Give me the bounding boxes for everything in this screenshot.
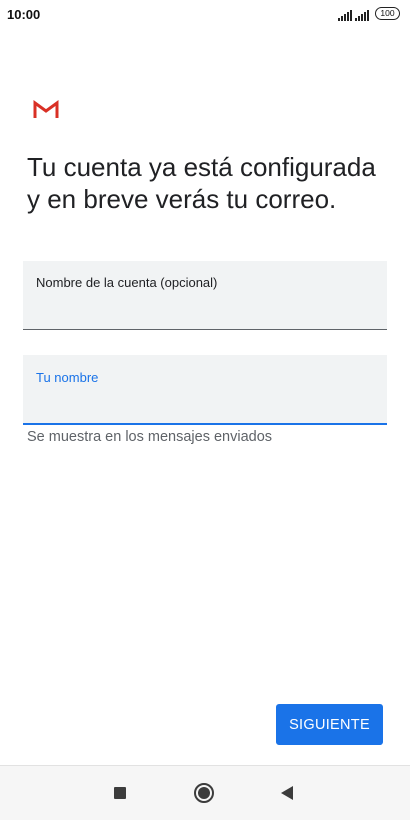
recent-apps-icon[interactable]: [114, 787, 126, 799]
back-icon[interactable]: [281, 786, 293, 800]
account-name-input[interactable]: [36, 299, 366, 321]
navigation-bar: [0, 765, 410, 820]
next-button[interactable]: SIGUIENTE: [276, 704, 383, 745]
signal-icon-2: [355, 9, 369, 21]
your-name-helper-text: Se muestra en los mensajes enviados: [27, 429, 273, 445]
your-name-field[interactable]: Tu nombre: [23, 355, 387, 425]
status-time: 10:00: [7, 7, 41, 22]
status-bar: 10:00 100: [0, 0, 410, 30]
page-title: Tu cuenta ya está configurada y en breve…: [27, 152, 376, 214]
account-name-field[interactable]: Nombre de la cuenta (opcional): [23, 261, 387, 330]
account-name-label: Nombre de la cuenta (opcional): [36, 275, 218, 290]
signal-icon: [338, 9, 352, 21]
gmail-logo-icon: [33, 100, 59, 118]
your-name-label: Tu nombre: [36, 370, 99, 385]
home-icon[interactable]: [194, 783, 214, 803]
battery-icon: 100: [375, 7, 400, 20]
your-name-input[interactable]: [36, 393, 366, 415]
